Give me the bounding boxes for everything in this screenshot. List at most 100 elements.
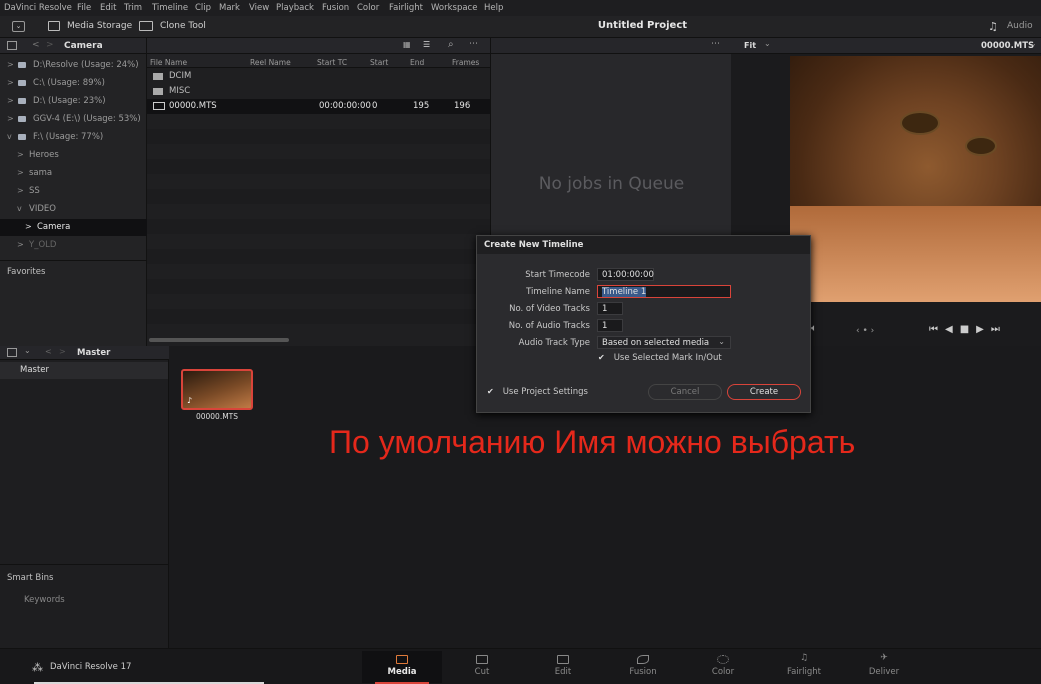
page-label: Cut [474,667,490,677]
storage-folder[interactable]: > sama [0,165,147,182]
storage-folder[interactable]: v VIDEO [0,201,147,218]
table-row[interactable]: MISC [147,84,490,99]
col-end[interactable]: End [410,58,424,67]
file-name: 00000.MTS [169,101,217,111]
audio-track-type-select[interactable]: Based on selected media ⌄ [597,336,731,349]
col-start[interactable]: Start [370,58,388,67]
menu-fusion[interactable]: Fusion [322,3,349,13]
table-row-selected[interactable]: 00000.MTS 00:00:00:00 0 195 196 [147,99,490,114]
expand-arrow-icon[interactable]: v [17,204,22,213]
sidebar-toggle-icon[interactable] [7,41,17,50]
menu-clip[interactable]: Clip [195,3,211,13]
zoom-fit[interactable]: Fit [744,41,756,50]
storage-folder-selected[interactable]: > Camera [0,219,147,236]
more-options-icon[interactable]: ⋯ [469,39,478,49]
expand-arrow-icon[interactable]: > [7,60,14,69]
col-frames[interactable]: Frames [452,58,479,67]
expand-arrow-icon[interactable]: > [17,168,24,177]
media-storage-icon[interactable] [48,21,60,31]
viewer-clip-name: 00000.MTS [981,41,1035,51]
menu-davinci[interactable]: DaVinci Resolve [4,3,72,13]
page-fusion[interactable]: Fusion [603,651,683,683]
menu-view[interactable]: View [249,3,269,13]
volume-icon[interactable]: 🔈︎ [811,323,817,334]
storage-drive[interactable]: > D:\Resolve (Usage: 24%) [0,57,147,74]
storage-drive[interactable]: v F:\ (Usage: 77%) [0,129,147,146]
page-label: Color [711,667,735,677]
video-tracks-input[interactable]: 1 [597,302,623,315]
page-deliver[interactable]: ✈︎ Deliver [844,651,924,683]
expand-arrow-icon[interactable]: > [7,96,14,105]
list-view-icon[interactable]: ☰ [423,40,430,49]
more-options-icon[interactable]: ⋯ [711,39,720,49]
col-start-tc[interactable]: Start TC [317,58,347,67]
jog-control-icon[interactable]: ‹ • › [856,326,874,336]
clone-tool-icon[interactable] [139,21,153,31]
sidebar-toggle-icon[interactable] [7,348,17,357]
forward-icon[interactable]: > [46,40,54,50]
grid-view-icon[interactable]: ▦ [403,40,411,49]
col-reel-name[interactable]: Reel Name [250,58,291,67]
chevron-down-icon[interactable]: ⌄ [1030,39,1037,48]
start-timecode-input[interactable]: 01:00:00:00 [597,268,654,281]
storage-folder[interactable]: > SS [0,183,147,200]
storage-drive[interactable]: > C:\ (Usage: 89%) [0,75,147,92]
menu-playback[interactable]: Playback [276,3,314,13]
chevron-down-icon[interactable]: ⌄ [764,39,771,48]
expand-arrow-icon[interactable]: > [25,222,32,231]
panel-toggle-icon[interactable]: ⌄ [12,21,25,32]
forward-icon[interactable]: > [59,347,66,356]
expand-arrow-icon[interactable]: v [7,132,12,141]
menu-file[interactable]: File [77,3,91,13]
menu-color[interactable]: Color [357,3,379,13]
clone-tool-button[interactable]: Clone Tool [160,21,206,31]
bin-master[interactable]: Master [0,362,168,379]
use-project-settings-label: Use Project Settings [502,387,588,397]
media-page-icon [396,655,408,664]
menu-edit[interactable]: Edit [100,3,116,13]
use-project-settings-checkbox[interactable]: ✔ Use Project Settings [487,387,588,397]
page-media[interactable]: Media [362,651,442,683]
expand-arrow-icon[interactable]: > [17,186,24,195]
media-pool-clip[interactable]: ♪ [181,369,253,410]
menu-fairlight[interactable]: Fairlight [389,3,423,13]
table-row[interactable]: DCIM [147,69,490,84]
horizontal-scrollbar[interactable] [149,338,289,342]
search-icon[interactable]: ⌕ [448,39,454,50]
expand-arrow-icon[interactable]: > [17,150,24,159]
drive-icon [18,62,26,68]
expand-arrow-icon[interactable]: > [17,240,24,249]
audio-tracks-input[interactable]: 1 [597,319,623,332]
expand-arrow-icon[interactable]: > [7,114,14,123]
bin-path: Master [77,348,111,358]
page-color[interactable]: Color [683,651,763,683]
smart-bin-keywords[interactable]: Keywords [24,595,65,605]
audio-button[interactable]: Audio [1007,21,1033,31]
timeline-name-input[interactable]: Timeline 1 [597,285,731,298]
page-fairlight[interactable]: ♫ Fairlight [764,651,844,683]
storage-folder[interactable]: > Y_OLD [0,237,147,254]
transport-controls-icon[interactable]: ⏮◀■▶⏭ [929,324,1007,335]
back-icon[interactable]: < [45,347,52,356]
menu-trim[interactable]: Trim [124,3,142,13]
audio-icon[interactable]: ♫ [988,20,998,33]
storage-drive[interactable]: > GGV-4 (E:\) (Usage: 53%) [0,111,147,128]
chevron-down-icon[interactable]: ⌄ [24,346,31,355]
expand-arrow-icon[interactable]: > [7,78,14,87]
menu-help[interactable]: Help [484,3,503,13]
page-cut[interactable]: Cut [442,651,522,683]
menu-mark[interactable]: Mark [219,3,240,13]
storage-folder[interactable]: > Heroes [0,147,147,164]
storage-drive[interactable]: > D:\ (Usage: 23%) [0,93,147,110]
cancel-button[interactable]: Cancel [648,384,722,400]
menu-workspace[interactable]: Workspace [431,3,477,13]
start-timecode-label: Start Timecode [525,270,590,280]
back-icon[interactable]: < [32,40,40,50]
col-file-name[interactable]: File Name [150,58,187,67]
create-button[interactable]: Create [727,384,801,400]
page-edit[interactable]: Edit [523,651,603,683]
drive-icon [18,80,26,86]
use-mark-checkbox[interactable]: ✔ Use Selected Mark In/Out [598,353,722,363]
menu-timeline[interactable]: Timeline [152,3,188,13]
media-storage-button[interactable]: Media Storage [67,21,132,31]
